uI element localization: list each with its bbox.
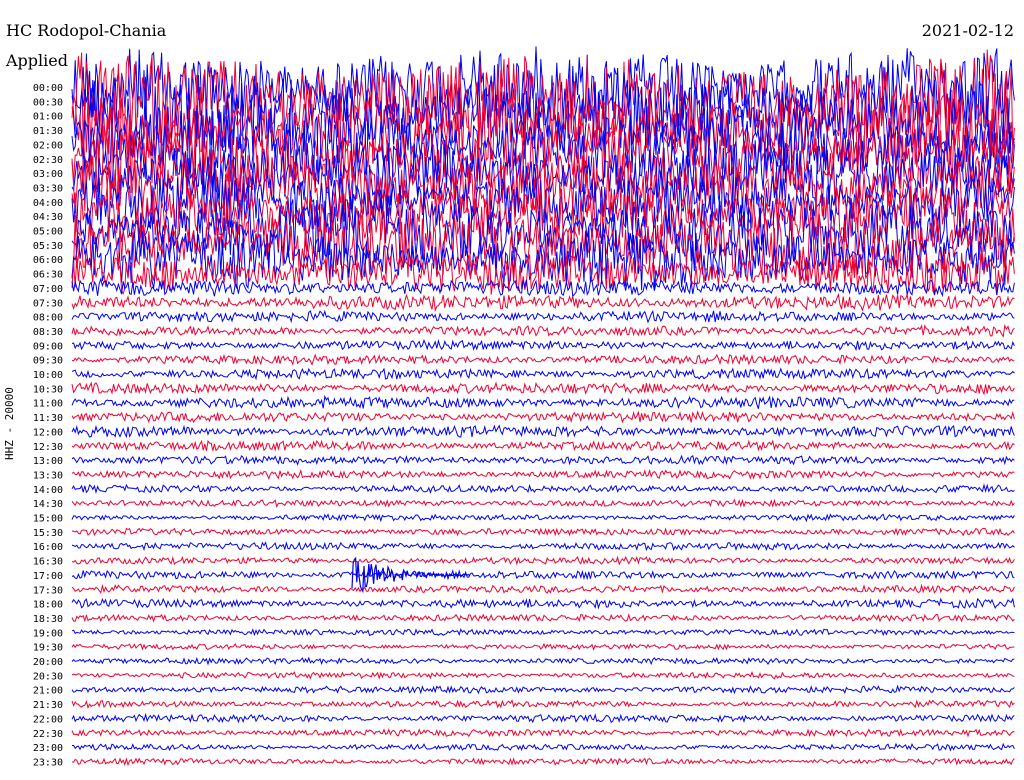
helicorder-plot: 00:00 00:30 01:00 01:30 02:00 02:30 03:00 03:30… xyxy=(33,46,1015,768)
row-label: 10:00 xyxy=(33,370,63,381)
trace-1300 xyxy=(71,454,1015,466)
trace-0730 xyxy=(71,292,1015,312)
row-label: 07:00 xyxy=(33,284,63,295)
row-label: 23:30 xyxy=(33,757,63,768)
trace-1700 xyxy=(71,568,1015,581)
trace-1500 xyxy=(71,513,1015,523)
row-label: 11:00 xyxy=(33,399,63,410)
row-label: 08:30 xyxy=(33,327,63,338)
row-label: 02:00 xyxy=(33,140,63,151)
row-label: 18:00 xyxy=(33,600,63,611)
row-label: 07:30 xyxy=(33,298,63,309)
trace-1830 xyxy=(71,613,1015,623)
row-label: 19:00 xyxy=(33,628,63,639)
row-label: 08:00 xyxy=(33,313,63,324)
trace-1530 xyxy=(71,527,1015,537)
trace-2300 xyxy=(71,742,1015,752)
row-label: 14:30 xyxy=(33,499,63,510)
trace-1730 xyxy=(71,583,1015,594)
row-label: 05:30 xyxy=(33,241,63,252)
row-label: 01:00 xyxy=(33,112,63,123)
channel-label: HHZ - 20000 xyxy=(3,387,16,460)
row-label: 00:00 xyxy=(33,83,63,94)
trace-2130 xyxy=(71,699,1015,709)
trace-1630 xyxy=(71,555,1015,566)
row-label: 01:30 xyxy=(33,126,63,137)
row-label: 05:00 xyxy=(33,227,63,238)
row-label: 03:00 xyxy=(33,169,63,180)
trace-1600 xyxy=(71,541,1015,552)
row-label: 04:30 xyxy=(33,212,63,223)
trace-1130 xyxy=(71,409,1015,424)
row-label: 13:30 xyxy=(33,470,63,481)
row-label: 11:30 xyxy=(33,413,63,424)
trace-1000 xyxy=(71,367,1015,381)
trace-1200 xyxy=(71,424,1015,439)
row-label: 13:00 xyxy=(33,456,63,467)
row-label: 06:30 xyxy=(33,270,63,281)
trace-0830 xyxy=(71,323,1015,338)
trace-1030 xyxy=(71,381,1015,396)
row-label: 22:30 xyxy=(33,729,63,740)
row-label: 04:00 xyxy=(33,198,63,209)
row-label: 00:30 xyxy=(33,97,63,108)
row-label: 17:30 xyxy=(33,585,63,596)
trace-1330 xyxy=(71,468,1015,480)
row-label: 20:00 xyxy=(33,657,63,668)
row-label: 12:00 xyxy=(33,427,63,438)
trace-2030 xyxy=(71,670,1015,680)
trace-1930 xyxy=(71,642,1015,651)
row-label: 09:00 xyxy=(33,341,63,352)
trace-2230 xyxy=(71,728,1015,738)
row-label: 16:00 xyxy=(33,542,63,553)
row-label: 03:30 xyxy=(33,183,63,194)
trace-1900 xyxy=(71,628,1015,637)
row-label: 21:30 xyxy=(33,700,63,711)
trace-0900 xyxy=(71,338,1015,352)
trace-2200 xyxy=(71,712,1015,724)
row-label: 12:30 xyxy=(33,442,63,453)
trace-1400 xyxy=(71,483,1015,494)
trace-0930 xyxy=(71,353,1015,366)
trace-2100 xyxy=(71,684,1015,695)
trace-2330 xyxy=(71,757,1015,767)
row-label: 19:30 xyxy=(33,643,63,654)
row-label: 16:30 xyxy=(33,557,63,568)
row-label: 18:30 xyxy=(33,614,63,625)
row-label: 14:00 xyxy=(33,485,63,496)
row-label: 23:00 xyxy=(33,743,63,754)
row-label: 20:30 xyxy=(33,671,63,682)
row-label: 22:00 xyxy=(33,714,63,725)
row-label: 15:30 xyxy=(33,528,63,539)
trace-1100 xyxy=(71,394,1015,410)
row-label: 17:00 xyxy=(33,571,63,582)
row-label: 09:30 xyxy=(33,356,63,367)
row-label: 02:30 xyxy=(33,155,63,166)
trace-0800 xyxy=(71,309,1015,324)
row-label: 15:00 xyxy=(33,514,63,525)
trace-1800 xyxy=(71,597,1015,610)
trace-1230 xyxy=(71,439,1015,452)
trace-1430 xyxy=(71,498,1015,508)
row-label: 21:00 xyxy=(33,686,63,697)
row-label: 10:30 xyxy=(33,384,63,395)
row-label: 06:00 xyxy=(33,255,63,266)
trace-2000 xyxy=(71,656,1015,666)
